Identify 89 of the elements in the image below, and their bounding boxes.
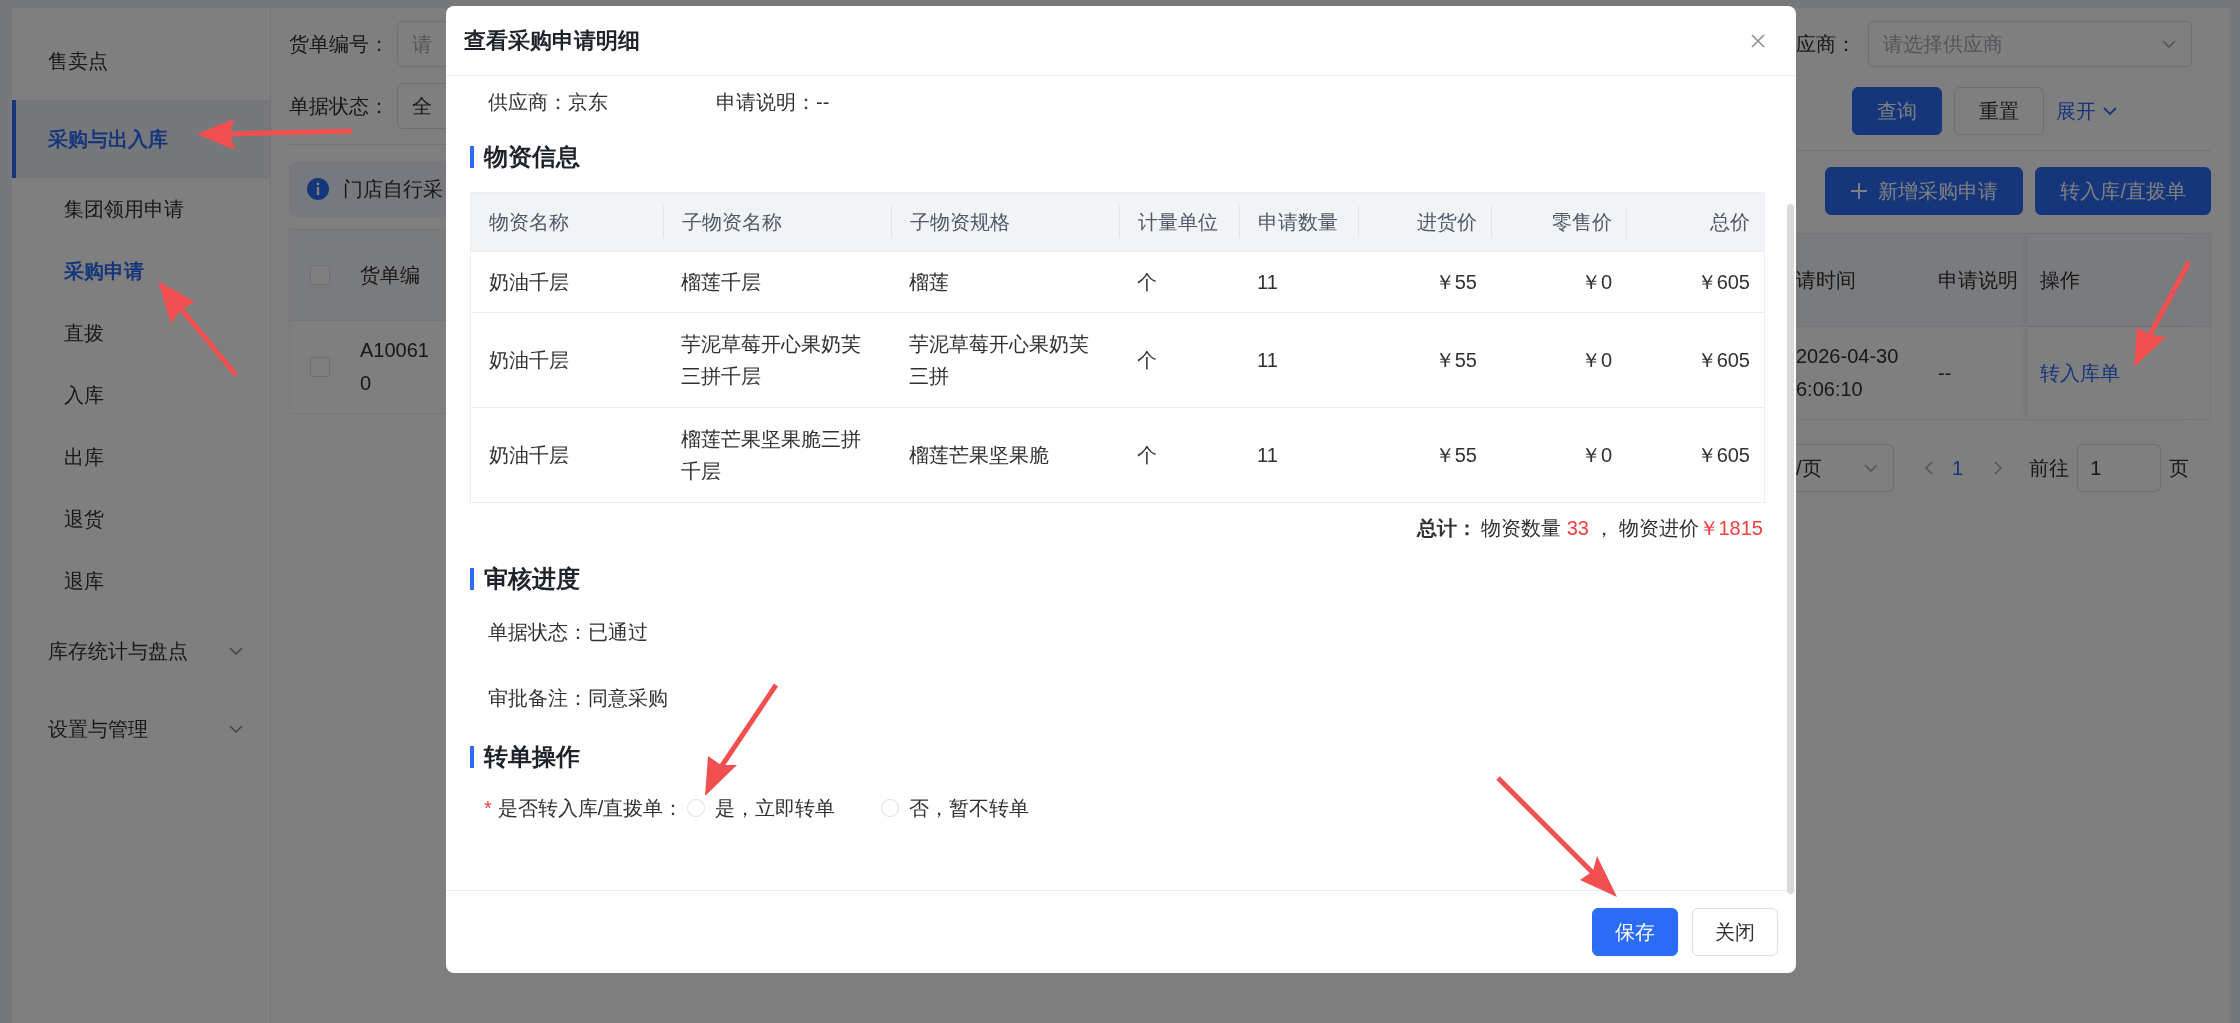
next-page-icon[interactable]	[1993, 460, 2004, 476]
filter-label: 单据状态：	[289, 93, 389, 119]
table-cell-text: 奶油千层	[488, 443, 570, 468]
table-cell-text: ￥55	[1433, 348, 1478, 373]
info-text: 申请说明：--	[716, 89, 830, 115]
column-header: 货单编	[360, 262, 420, 288]
chevron-down-icon	[228, 646, 244, 656]
chevron-down-icon	[1863, 463, 1879, 473]
required-mark: *	[484, 796, 492, 820]
column-header: 计量单位	[1119, 206, 1239, 238]
sidebar-item[interactable]: 库存统计与盘点	[12, 612, 270, 690]
toolbar-button[interactable]: 新增采购申请	[1825, 167, 2024, 215]
table-cell-text: ￥55	[1433, 270, 1478, 295]
dialog-button[interactable]: 保存	[1592, 908, 1678, 956]
sidebar-subitem[interactable]: 入库	[12, 364, 270, 426]
chevron-down-icon	[228, 724, 244, 734]
chevron-down-icon	[2102, 106, 2118, 116]
table-cell-text: 2026-04-30 6:06:10	[1796, 344, 1900, 402]
plus-icon	[1850, 182, 1869, 200]
total-price: 物资进价￥1815	[1618, 516, 1763, 541]
sidebar-subitem[interactable]: 退货	[12, 488, 270, 550]
table-cell-text: 个	[1136, 443, 1158, 468]
column-header: 子物资规格	[891, 206, 1119, 238]
table-cell-text: ￥0	[1579, 348, 1613, 373]
section-title: 审核进度	[470, 568, 1762, 590]
table-cell-text: --	[1937, 361, 1953, 385]
sidebar-subitem[interactable]: 采购申请	[12, 240, 270, 302]
table-cell-text: 奶油千层	[488, 348, 570, 373]
sidebar-subitem[interactable]: 出库	[12, 426, 270, 488]
table-cell-text: 榴莲芒果坚果脆三拼千层	[680, 427, 862, 484]
section-title: 物资信息	[470, 146, 1762, 168]
total-label: 总计：	[1417, 516, 1478, 541]
table-cell-text: A10061 0	[360, 338, 429, 396]
sidebar-item[interactable]: 采购与出入库	[12, 100, 270, 178]
filter-label: 应商：	[1796, 31, 1856, 57]
page-number[interactable]: 1	[1952, 456, 1964, 480]
filter-button[interactable]: 查询	[1852, 87, 1942, 135]
sidebar-item[interactable]: 售卖点	[12, 22, 270, 100]
column-header: 总价	[1626, 206, 1764, 238]
sidebar-subitem[interactable]: 集团领用申请	[12, 178, 270, 240]
review-text: 单据状态：已通过	[488, 620, 648, 645]
column-header: 申请说明	[1937, 267, 2019, 293]
table-cell-text: 榴莲千层	[680, 270, 762, 295]
sidebar-item[interactable]: 设置与管理	[12, 690, 270, 768]
table-cell-text: 芋泥草莓开心果奶芙三拼	[908, 332, 1090, 389]
table-cell-text: 奶油千层	[488, 270, 570, 295]
table-cell-text: 个	[1136, 348, 1158, 373]
table-cell-text: 芋泥草莓开心果奶芙三拼千层	[680, 332, 862, 389]
dialog-title: 查看采购申请明细	[464, 26, 640, 55]
total-quantity: 物资数量 33 ，	[1481, 516, 1615, 541]
info-icon	[307, 178, 329, 200]
column-header: 申请数量	[1239, 206, 1358, 238]
review-text: 审批备注：同意采购	[488, 686, 668, 711]
page-input[interactable]: 1	[2077, 444, 2162, 492]
goto-label: 前往	[2029, 455, 2070, 481]
field-label: 是否转入库/直拨单：	[497, 795, 684, 821]
table-cell-text: ￥0	[1579, 443, 1613, 468]
table-cell-text: ￥605	[1695, 443, 1751, 468]
radio-option[interactable]: 是，立即转单	[683, 794, 836, 822]
dialog-button[interactable]: 关闭	[1692, 908, 1778, 956]
previous-page-icon[interactable]	[1924, 460, 1934, 476]
column-header: 请时间	[1796, 267, 1857, 293]
expand-link[interactable]: 展开	[2056, 97, 2118, 125]
table-cell-text: ￥605	[1695, 348, 1751, 373]
page-suffix: 页	[2169, 455, 2190, 481]
sidebar-subitem[interactable]: 退库	[12, 550, 270, 612]
column-header: 进货价	[1358, 206, 1491, 238]
sidebar-subitem[interactable]: 直拨	[12, 302, 270, 364]
filter-label: 货单编号：	[289, 31, 389, 57]
chevron-down-icon	[2161, 39, 2177, 49]
column-header: 子物资名称	[663, 206, 891, 238]
table-cell-text: 11	[1256, 443, 1279, 468]
info-text: 供应商：京东	[488, 89, 609, 115]
column-header: 操作	[2028, 234, 2193, 326]
table-cell-text: 个	[1136, 270, 1158, 295]
table-cell-text: 11	[1256, 348, 1279, 373]
table-cell-text: ￥605	[1695, 270, 1751, 295]
table-cell-text: ￥0	[1579, 270, 1613, 295]
table-cell-text: 榴莲芒果坚果脆	[908, 443, 1050, 468]
toolbar-button[interactable]: 转入库/直拨单	[2035, 167, 2211, 215]
table-cell-text: ￥55	[1433, 443, 1478, 468]
table-cell-text: 11	[1256, 270, 1279, 295]
filter-button[interactable]: 重置	[1954, 87, 2044, 135]
radio-option[interactable]: 否，暂不转单	[877, 794, 1030, 822]
action-link[interactable]: 转入库单	[2040, 359, 2120, 387]
table-cell-text: 榴莲	[908, 270, 950, 295]
scrollbar[interactable]	[1787, 204, 1794, 894]
column-header: 零售价	[1491, 206, 1626, 238]
close-icon[interactable]	[1750, 32, 1766, 49]
